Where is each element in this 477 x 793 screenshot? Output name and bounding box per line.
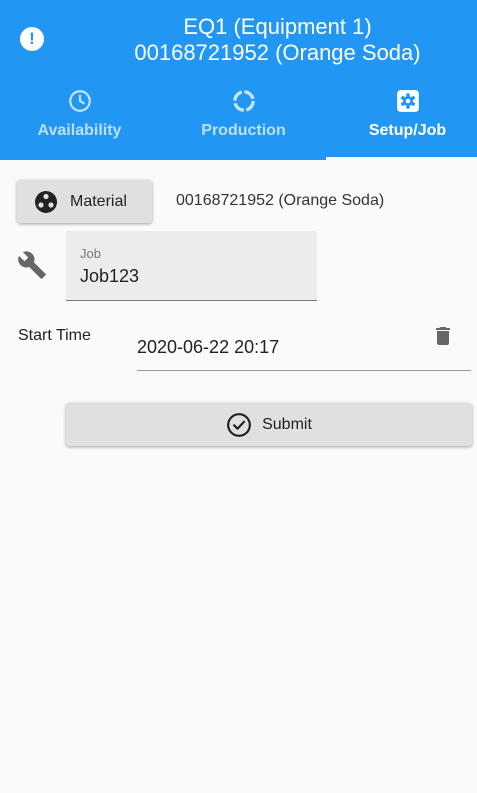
alert-icon[interactable]: ! (20, 27, 44, 51)
submit-button-label: Submit (262, 415, 312, 433)
clock-icon (68, 90, 91, 112)
start-time-field[interactable] (137, 326, 471, 371)
start-time-input[interactable] (137, 334, 417, 360)
equipment-title: EQ1 (Equipment 1) (183, 14, 372, 39)
gear-icon (396, 90, 419, 112)
tab-production-label: Production (201, 122, 286, 139)
job-field-label: Job (80, 246, 101, 261)
progress-ring-icon (232, 90, 255, 112)
material-subtitle: 00168721952 (Orange Soda) (134, 40, 421, 65)
tab-availability-label: Availability (37, 122, 122, 139)
wrench-icon (18, 251, 46, 279)
active-tab-indicator (326, 157, 477, 160)
start-time-label: Start Time (18, 327, 91, 344)
app-bar: ! EQ1 (Equipment 1) 00168721952 (Orange … (0, 0, 477, 160)
tab-setup-job[interactable]: Setup/Job (328, 84, 477, 160)
check-circle-icon (227, 412, 252, 437)
delete-icon[interactable] (431, 324, 455, 348)
material-icon (35, 190, 57, 213)
tab-production[interactable]: Production (164, 84, 323, 160)
submit-button[interactable]: Submit (66, 403, 472, 446)
tab-availability[interactable]: Availability (0, 84, 159, 160)
material-value: 00168721952 (Orange Soda) (176, 192, 385, 209)
page-title: EQ1 (Equipment 1) 00168721952 (Orange So… (70, 14, 477, 66)
tab-setup-job-label: Setup/Job (368, 122, 447, 139)
job-input[interactable] (80, 263, 305, 289)
material-button[interactable]: Material (17, 180, 152, 223)
material-button-label: Material (70, 192, 127, 210)
job-field[interactable]: Job (66, 231, 317, 301)
